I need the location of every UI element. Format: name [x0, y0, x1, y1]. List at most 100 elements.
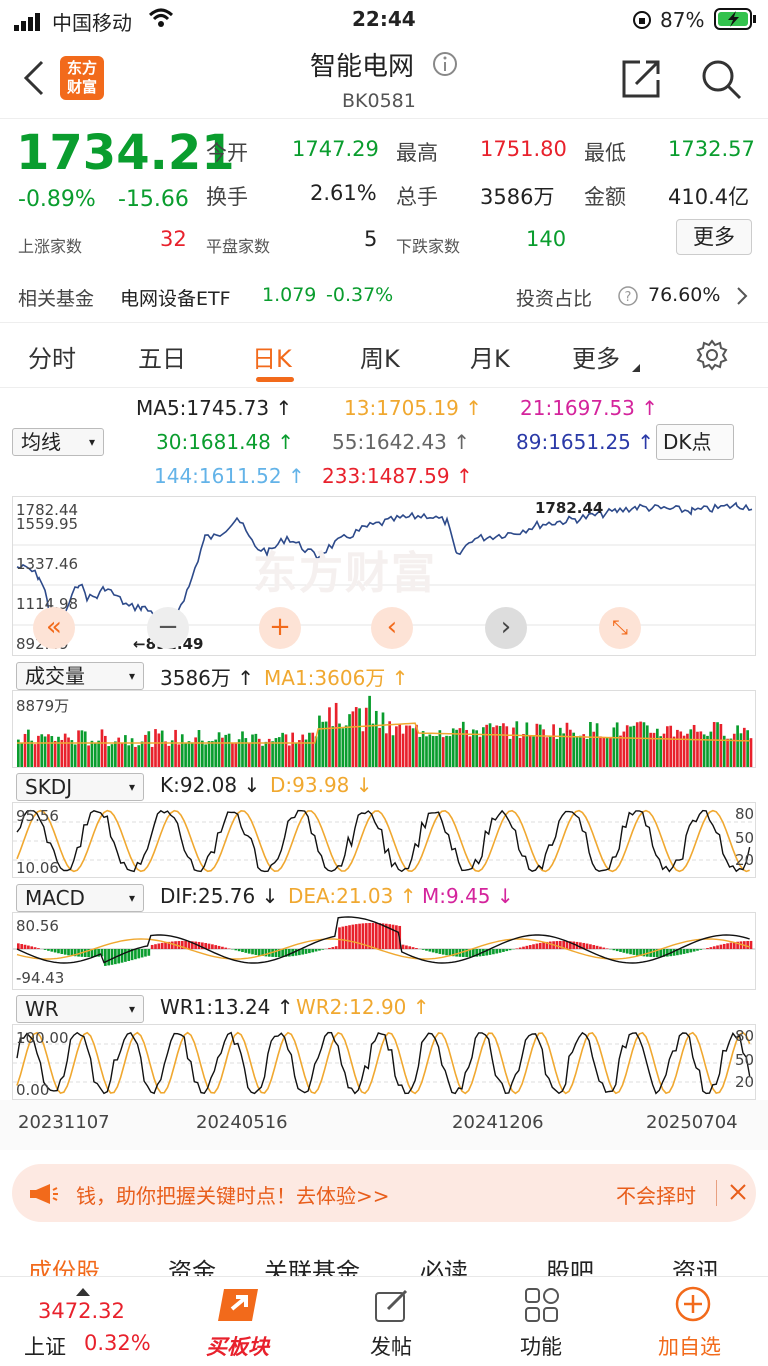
macd-bar	[461, 949, 465, 957]
volume-bar	[144, 734, 147, 767]
add-favorite-label[interactable]: 加自选	[658, 1331, 721, 1361]
macd-bar	[538, 942, 542, 949]
tab-monthly-k[interactable]: 月K	[470, 339, 510, 374]
tab-funds[interactable]: 资金	[168, 1252, 216, 1276]
volume-bar	[294, 742, 298, 767]
tab-forum[interactable]: 股吧	[546, 1252, 594, 1276]
buy-sector-label[interactable]: 买板块	[206, 1331, 269, 1361]
zoom-out-icon[interactable]: −	[147, 607, 189, 649]
macd-bar	[525, 945, 529, 949]
promo-banner[interactable]: 钱，助你把握关键时点！去体验>> 不会择时	[12, 1164, 756, 1222]
macd-selector[interactable]: MACD ▾	[16, 884, 144, 912]
period-tabs: 分时 五日 日K 周K 月K 更多	[0, 322, 768, 388]
tab-must-read[interactable]: 必读	[420, 1252, 468, 1276]
volume-selector[interactable]: 成交量 ▾	[16, 662, 144, 690]
macd-bar	[448, 949, 452, 956]
volume-bar	[328, 707, 331, 767]
volume-label: 总手	[396, 185, 438, 209]
info-icon[interactable]	[432, 51, 458, 81]
macd-bar	[425, 949, 428, 951]
tab-daily-k[interactable]: 日K	[252, 339, 292, 374]
volume-bar	[87, 745, 90, 767]
more-quote-button[interactable]: 更多	[676, 219, 752, 255]
volume-bar	[184, 742, 187, 767]
skdj-selector[interactable]: SKDJ ▾	[16, 773, 144, 801]
fullscreen-icon[interactable]: ⤡	[599, 607, 641, 649]
chevron-right-icon[interactable]	[736, 286, 748, 311]
ma-selector-box[interactable]: 均线 ▾	[12, 428, 104, 456]
tab-components[interactable]: 成份股	[28, 1252, 100, 1276]
zoom-in-icon[interactable]: +	[259, 607, 301, 649]
macd-bar	[746, 940, 749, 949]
volume-bar	[67, 737, 70, 767]
volume-bar	[103, 735, 107, 767]
scroll-left-icon[interactable]: ‹	[371, 607, 413, 649]
volume-bar	[716, 722, 719, 767]
volume-bar	[318, 715, 321, 767]
help-icon[interactable]: ?	[618, 286, 638, 311]
volume-bar	[635, 722, 639, 767]
change-percent: -0.89%	[18, 187, 96, 212]
back-icon[interactable]	[22, 60, 46, 100]
volume-bar	[368, 695, 371, 767]
volume-bar	[201, 740, 204, 767]
macd-bar	[164, 942, 167, 949]
page-title: 智能电网	[310, 52, 415, 82]
function-label[interactable]: 功能	[520, 1331, 562, 1361]
date-axis: 20231107 20240516 20241206 20250704	[0, 1100, 768, 1150]
volume-bar	[304, 739, 308, 767]
kline-chart[interactable]: 东方财富 1782.44 1559.95 1337.46 1114.98 892…	[12, 496, 756, 656]
tab-five-day[interactable]: 五日	[138, 339, 186, 374]
macd-bar	[532, 944, 535, 949]
skdj-k: K:92.08 ↓	[160, 773, 261, 797]
volume-bar	[418, 736, 422, 767]
macd-bar	[157, 943, 161, 949]
macd-chart[interactable]: 80.56 -94.43	[12, 912, 756, 990]
volume-canvas	[17, 695, 753, 767]
share-icon[interactable]	[620, 58, 662, 104]
post-label[interactable]: 发帖	[370, 1331, 412, 1361]
volume-bar	[478, 736, 482, 767]
function-icon[interactable]	[524, 1287, 560, 1327]
close-icon[interactable]	[728, 1182, 748, 1206]
date-4: 20250704	[646, 1112, 738, 1133]
index-value[interactable]: 3472.32	[38, 1299, 125, 1323]
volume-bar	[23, 733, 27, 767]
ma-selector[interactable]: 均线 ▾	[12, 428, 104, 456]
tab-news[interactable]: 资讯	[672, 1252, 720, 1276]
tab-intraday[interactable]: 分时	[28, 339, 76, 374]
macd-axis-top: 80.56	[16, 917, 59, 935]
banner-right-text[interactable]: 不会择时	[616, 1180, 696, 1209]
macd-bar	[709, 947, 713, 949]
related-fund-row[interactable]: 相关基金 电网设备ETF 1.079 -0.37% 投资占比 ? 76.60%	[0, 272, 768, 320]
volume-chart[interactable]: 8879万	[12, 690, 756, 768]
svg-text:?: ?	[625, 290, 632, 305]
wr-selector[interactable]: WR ▾	[16, 995, 144, 1023]
tab-more[interactable]: 更多	[572, 339, 620, 374]
skdj-chart[interactable]: 95.56 10.06 80 50 20	[12, 802, 756, 878]
scroll-right-icon[interactable]: ›	[485, 607, 527, 649]
macd-bar	[415, 948, 418, 949]
wr-chart[interactable]: 100.00 0.00 80 50 20	[12, 1024, 756, 1100]
post-icon[interactable]	[374, 1287, 410, 1327]
settings-icon[interactable]	[696, 339, 728, 375]
volume-bar	[455, 729, 458, 767]
volume-bar	[699, 731, 703, 767]
dk-point-label: DK点	[663, 430, 712, 454]
volume-bar	[726, 738, 729, 767]
volume-bar	[468, 736, 472, 767]
add-favorite-icon[interactable]	[674, 1285, 712, 1327]
skdj-axis-bottom: 10.06	[16, 859, 59, 877]
volume-bar	[408, 725, 412, 767]
search-icon[interactable]	[700, 58, 742, 104]
volume-bar	[518, 737, 522, 767]
fund-name[interactable]: 电网设备ETF	[120, 284, 231, 311]
tab-weekly-k[interactable]: 周K	[360, 339, 400, 374]
tab-related-funds[interactable]: 关联基金	[264, 1252, 360, 1276]
volume-bar	[736, 725, 739, 767]
scroll-left-fast-icon[interactable]: «	[33, 607, 75, 649]
volume-bar	[224, 734, 228, 767]
macd-bar	[428, 949, 432, 952]
dk-point-button[interactable]: DK点	[656, 424, 734, 460]
buy-sector-icon[interactable]	[218, 1285, 266, 1329]
